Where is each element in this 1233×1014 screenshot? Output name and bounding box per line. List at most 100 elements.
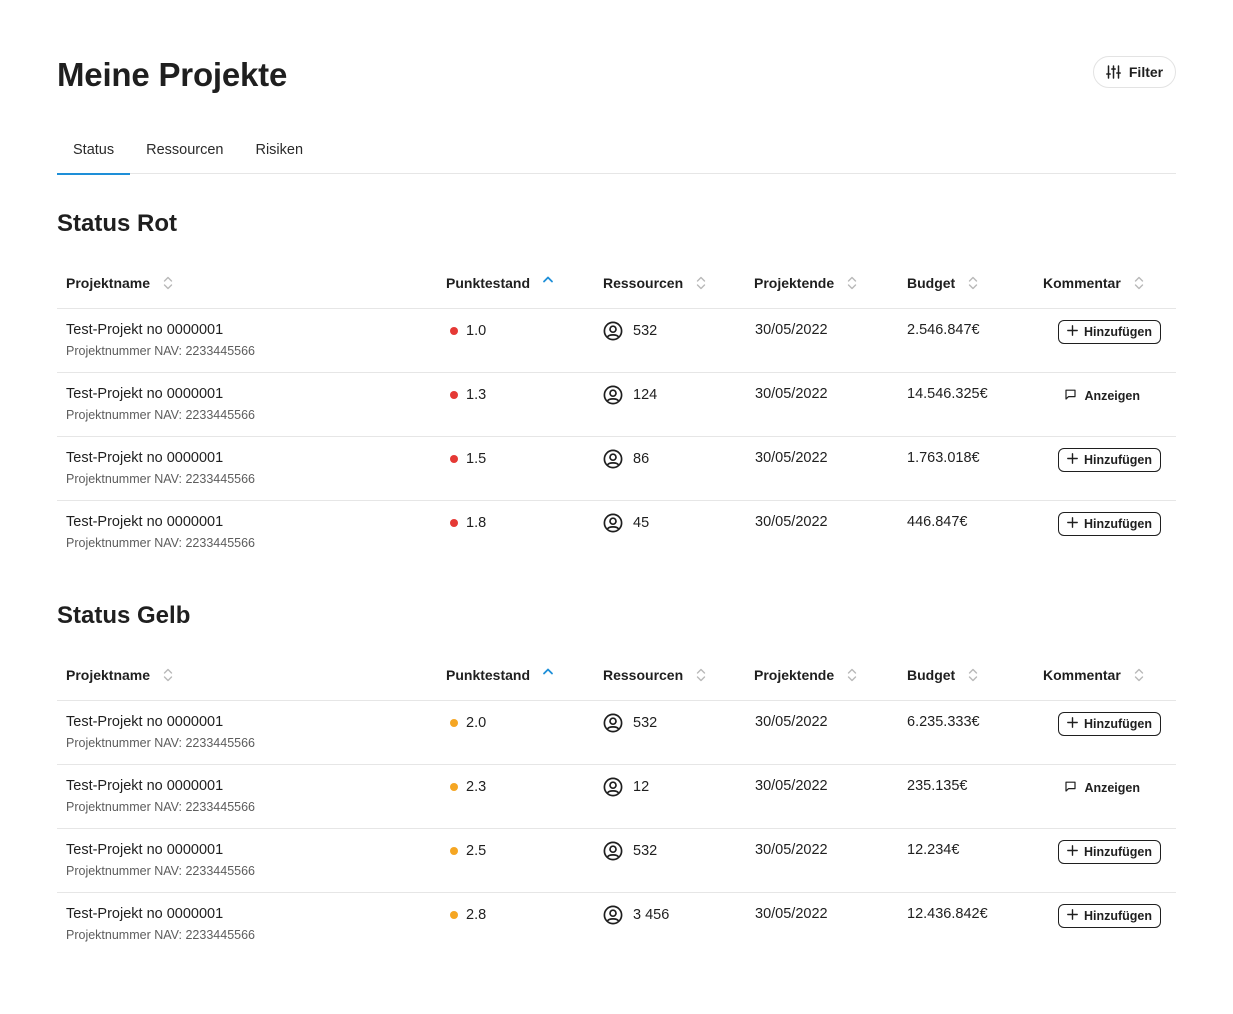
add-comment-button[interactable]: Hinzufügen bbox=[1057, 712, 1161, 736]
score-value: 2.0 bbox=[466, 715, 487, 731]
column-header-budget[interactable]: Budget bbox=[907, 666, 979, 684]
budget-value: 446.847€ bbox=[907, 514, 968, 530]
sort-icon[interactable] bbox=[162, 666, 174, 684]
table-row[interactable]: Test-Projekt no 0000001 Projektnummer NAV… bbox=[57, 501, 1176, 565]
score-value: 1.3 bbox=[466, 387, 487, 403]
table-row[interactable]: Test-Projekt no 0000001 Projektnummer NAV… bbox=[57, 701, 1176, 765]
comment-cell: Hinzufügen bbox=[1057, 840, 1161, 864]
column-header-label: Budget bbox=[907, 275, 956, 291]
sort-icon[interactable] bbox=[846, 274, 858, 292]
project-name[interactable]: Test-Projekt no 0000001 bbox=[66, 714, 223, 730]
resources-value: 532 bbox=[633, 323, 658, 339]
table-row[interactable]: Test-Projekt no 0000001 Projektnummer NAV… bbox=[57, 373, 1176, 437]
resources-cell: 45 bbox=[603, 513, 649, 533]
project-end-date: 30/05/2022 bbox=[755, 906, 828, 922]
add-comment-button[interactable]: Hinzufügen bbox=[1057, 448, 1161, 472]
table-row[interactable]: Test-Projekt no 0000001 Projektnummer NAV… bbox=[57, 765, 1176, 829]
add-comment-button[interactable]: Hinzufügen bbox=[1057, 840, 1161, 864]
project-number: Projektnummer NAV: 2233445566 bbox=[66, 800, 255, 814]
status-dot bbox=[450, 327, 458, 335]
table-row[interactable]: Test-Projekt no 0000001 Projektnummer NAV… bbox=[57, 309, 1176, 373]
score-cell: 2.3 bbox=[450, 779, 486, 795]
column-header-resources[interactable]: Ressourcen bbox=[603, 666, 707, 684]
sort-icon[interactable] bbox=[846, 666, 858, 684]
filter-button[interactable]: Filter bbox=[1093, 56, 1176, 88]
add-comment-button[interactable]: Hinzufügen bbox=[1057, 320, 1161, 344]
budget-value: 12.234€ bbox=[907, 842, 960, 858]
project-number: Projektnummer NAV: 2233445566 bbox=[66, 408, 255, 422]
tab-status[interactable]: Status bbox=[57, 126, 131, 175]
table-row[interactable]: Test-Projekt no 0000001 Projektnummer NAV… bbox=[57, 829, 1176, 893]
comment-bubble-icon bbox=[1065, 389, 1077, 403]
plus-icon bbox=[1067, 717, 1078, 731]
resources-cell: 532 bbox=[603, 713, 657, 733]
sort-icon[interactable] bbox=[695, 274, 707, 292]
column-header-label: Projektname bbox=[66, 275, 151, 291]
project-end-date: 30/05/2022 bbox=[755, 450, 828, 466]
add-comment-button[interactable]: Hinzufügen bbox=[1057, 512, 1161, 536]
filter-sliders-icon bbox=[1105, 65, 1121, 79]
resources-cell: 124 bbox=[603, 385, 657, 405]
show-comment-label: Anzeigen bbox=[1084, 781, 1140, 795]
tab-risiken[interactable]: Risiken bbox=[239, 126, 319, 174]
table-header: Projektname Punktestand Ressourcen Projekte… bbox=[57, 655, 1176, 701]
section-title: Status Rot bbox=[57, 210, 177, 237]
project-name-cell: Test-Projekt no 0000001 Projektnummer NAV… bbox=[66, 386, 255, 422]
project-number: Projektnummer NAV: 2233445566 bbox=[66, 864, 255, 878]
project-end-date: 30/05/2022 bbox=[755, 714, 828, 730]
project-name[interactable]: Test-Projekt no 0000001 bbox=[66, 514, 223, 530]
project-end-date: 30/05/2022 bbox=[755, 386, 828, 402]
project-name-cell: Test-Projekt no 0000001 Projektnummer NAV… bbox=[66, 322, 255, 358]
column-header-name[interactable]: Projektname bbox=[66, 666, 174, 684]
project-name-cell: Test-Projekt no 0000001 Projektnummer NAV… bbox=[66, 714, 255, 750]
score-value: 1.5 bbox=[466, 451, 487, 467]
resources-value: 532 bbox=[633, 715, 658, 731]
project-name-cell: Test-Projekt no 0000001 Projektnummer NAV… bbox=[66, 514, 255, 550]
column-header-score[interactable]: Punktestand bbox=[446, 274, 554, 292]
add-comment-label: Hinzufügen bbox=[1083, 845, 1152, 859]
resources-value: 12 bbox=[633, 779, 650, 795]
column-header-name[interactable]: Projektname bbox=[66, 274, 174, 292]
column-header-end[interactable]: Projektende bbox=[754, 274, 858, 292]
status-dot bbox=[450, 911, 458, 919]
budget-value: 1.763.018€ bbox=[907, 450, 980, 466]
user-circle-icon bbox=[603, 385, 623, 405]
column-header-comment[interactable]: Kommentar bbox=[1043, 274, 1145, 292]
project-name[interactable]: Test-Projekt no 0000001 bbox=[66, 322, 223, 338]
sort-icon[interactable] bbox=[967, 666, 979, 684]
status-dot bbox=[450, 519, 458, 527]
sort-ascending-icon[interactable] bbox=[542, 666, 554, 684]
tab-ressourcen[interactable]: Ressourcen bbox=[130, 126, 239, 174]
table-row[interactable]: Test-Projekt no 0000001 Projektnummer NAV… bbox=[57, 437, 1176, 501]
page-title: Meine Projekte bbox=[57, 56, 288, 93]
add-comment-label: Hinzufügen bbox=[1083, 909, 1152, 923]
sort-icon[interactable] bbox=[967, 274, 979, 292]
table-row[interactable]: Test-Projekt no 0000001 Projektnummer NAV… bbox=[57, 893, 1176, 957]
user-circle-icon bbox=[603, 449, 623, 469]
column-header-comment[interactable]: Kommentar bbox=[1043, 666, 1145, 684]
add-comment-button[interactable]: Hinzufügen bbox=[1057, 904, 1161, 928]
sort-icon[interactable] bbox=[1133, 666, 1145, 684]
column-header-end[interactable]: Projektende bbox=[754, 666, 858, 684]
project-name[interactable]: Test-Projekt no 0000001 bbox=[66, 778, 223, 794]
project-name[interactable]: Test-Projekt no 0000001 bbox=[66, 906, 223, 922]
column-header-score[interactable]: Punktestand bbox=[446, 666, 554, 684]
add-comment-label: Hinzufügen bbox=[1083, 325, 1152, 339]
sort-icon[interactable] bbox=[1133, 274, 1145, 292]
column-header-resources[interactable]: Ressourcen bbox=[603, 274, 707, 292]
project-name[interactable]: Test-Projekt no 0000001 bbox=[66, 386, 223, 402]
sort-ascending-icon[interactable] bbox=[542, 274, 554, 292]
status-dot bbox=[450, 455, 458, 463]
project-name[interactable]: Test-Projekt no 0000001 bbox=[66, 450, 223, 466]
project-end-date: 30/05/2022 bbox=[755, 514, 828, 530]
sort-icon[interactable] bbox=[695, 666, 707, 684]
add-comment-label: Hinzufügen bbox=[1083, 517, 1152, 531]
sort-icon[interactable] bbox=[162, 274, 174, 292]
budget-value: 14.546.325€ bbox=[907, 386, 988, 402]
project-name[interactable]: Test-Projekt no 0000001 bbox=[66, 842, 223, 858]
show-comment-button[interactable]: Anzeigen bbox=[1057, 384, 1161, 408]
show-comment-button[interactable]: Anzeigen bbox=[1057, 776, 1161, 800]
column-header-budget[interactable]: Budget bbox=[907, 274, 979, 292]
user-circle-icon bbox=[603, 713, 623, 733]
project-number: Projektnummer NAV: 2233445566 bbox=[66, 472, 255, 486]
